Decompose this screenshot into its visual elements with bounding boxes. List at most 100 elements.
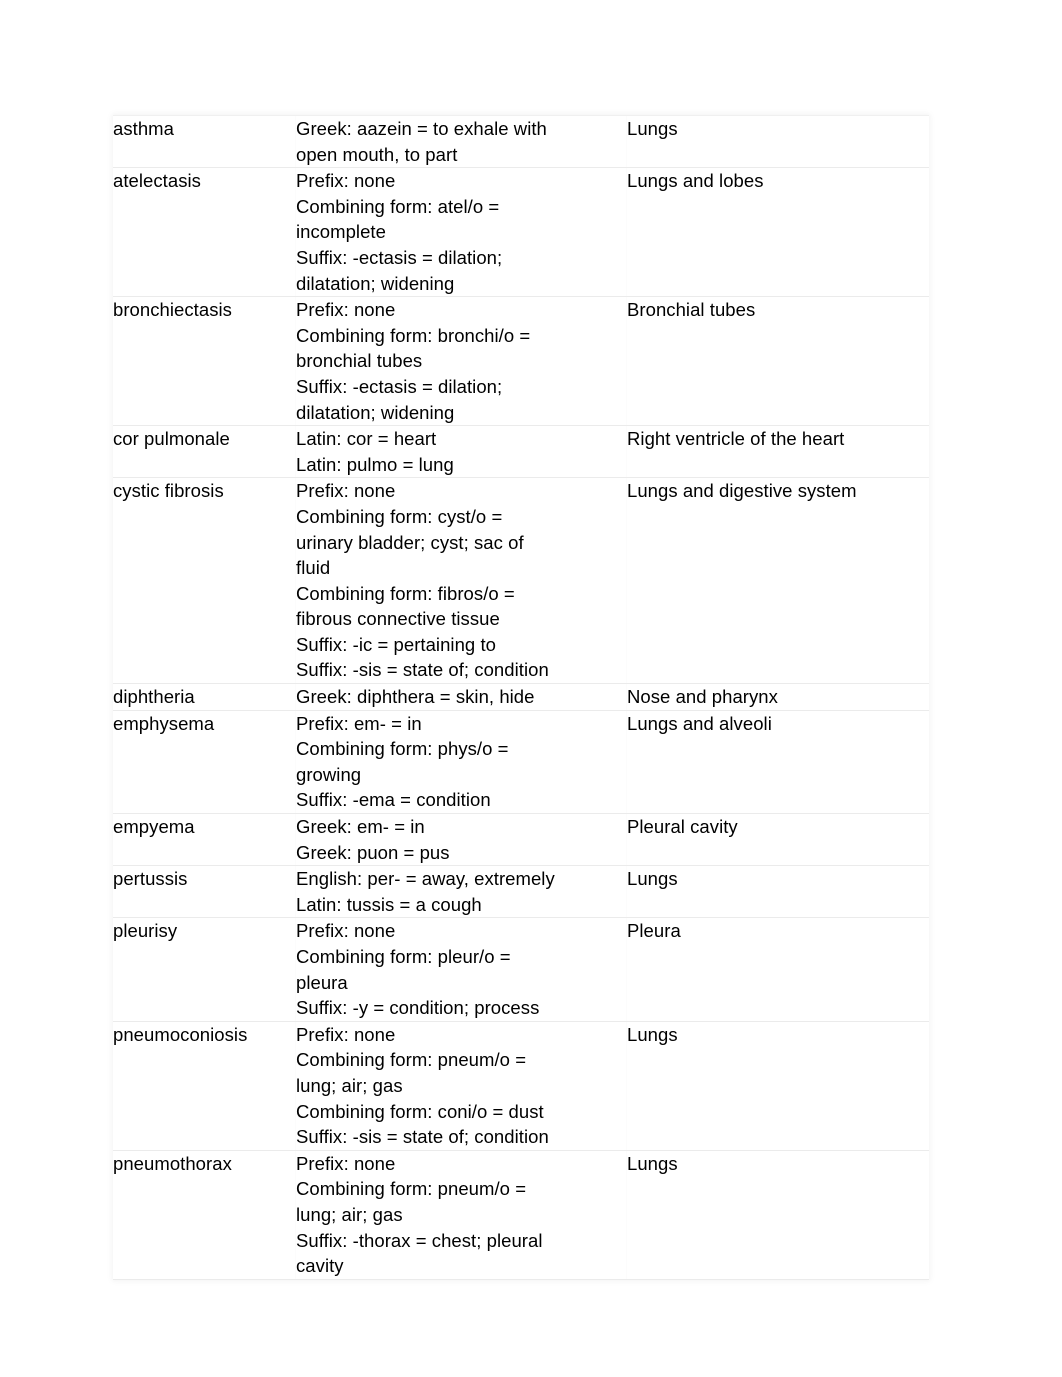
word-origin-cell-line: Suffix: -ectasis = dilation; [296,246,503,268]
word-origin-cell-line: Latin: cor = heart [296,428,437,450]
terminology-table-container: asthma Greek: aazein = to exhale with open… [113,114,929,1280]
word-origin-cell-line: Suffix: -thorax = chest; pleural [296,1229,543,1251]
table-row: diphtheria Greek: diphthera = skin, hide N… [113,683,929,711]
body-part-cell: Nose and pharynx [627,683,929,711]
body-part-cell: Bronchial tubes [627,296,929,427]
term-cell-line: cor pulmonale [113,428,230,450]
table-row: cor pulmonale Latin: cor = heart Latin: pu… [113,425,929,479]
term-cell-line: diphtheria [113,686,195,708]
term-cell: asthma [113,114,296,169]
document-page: asthma Greek: aazein = to exhale with open… [0,0,1062,1377]
word-origin-cell-line: English: per- = away, extremely [296,868,555,890]
term-cell: pleurisy [113,917,296,1022]
term-cell: pneumoconiosis [113,1020,296,1151]
word-origin-cell-line: Combining form: coni/o = dust [296,1100,544,1122]
word-origin-cell-line: Greek: aazein = to exhale with [296,118,547,139]
table-row: cystic fibrosis Prefix: none Combining for… [113,477,929,685]
term-cell-line: pleurisy [113,920,178,942]
word-origin-cell-line: Prefix: none [296,299,396,321]
term-cell-line: pneumothorax [113,1152,232,1174]
word-origin-cell: Prefix: none Combining form: pneum/o = lun… [296,1020,627,1151]
word-origin-cell-line: Prefix: none [296,1023,396,1045]
term-cell: pertussis [113,865,296,919]
word-origin-cell-line: cavity [296,1255,344,1277]
term-cell-line: cystic fibrosis [113,480,224,502]
body-part-cell-line: Pleural cavity [627,816,738,838]
word-origin-cell-line: Suffix: -sis = state of; condition [296,659,549,681]
medical-terminology-table: asthma Greek: aazein = to exhale with open… [113,114,929,1280]
word-origin-cell-line: Suffix: -sis = state of; condition [296,1126,549,1148]
table-row: empyema Greek: em- = in Greek: puon = pus P… [113,813,929,867]
word-origin-cell-line: Prefix: none [296,170,396,192]
body-part-cell: Lungs and alveoli [627,709,929,815]
body-part-cell-line: Right ventricle of the heart [627,428,845,450]
term-cell: cor pulmonale [113,425,296,479]
term-cell-line: emphysema [113,712,215,734]
term-cell: atelectasis [113,167,296,298]
body-part-cell: Lungs and lobes [627,167,929,298]
term-cell: empyema [113,813,296,867]
body-part-cell: Pleura [627,917,929,1022]
word-origin-cell-line: Suffix: -y = condition; process [296,997,540,1019]
word-origin-cell-line: Combining form: cyst/o = [296,505,503,527]
word-origin-cell: Prefix: none Combining form: cyst/o = urin… [296,477,627,685]
word-origin-cell: Greek: em- = in Greek: puon = pus [296,813,627,867]
body-part-cell: Right ventricle of the heart [627,425,929,479]
term-cell-line: asthma [113,118,174,139]
word-origin-cell-line: Prefix: none [296,480,396,502]
word-origin-cell: English: per- = away, extremely Latin: tu… [296,865,627,919]
word-origin-cell-line: Prefix: none [296,1152,396,1174]
body-part-cell-line: Lungs and digestive system [627,480,857,502]
body-part-cell-line: Nose and pharynx [627,686,778,708]
word-origin-cell-line: open mouth, to part [296,143,458,165]
table-row: pleurisy Prefix: none Combining form: pleu… [113,917,929,1022]
body-part-cell: Lungs and digestive system [627,477,929,685]
table-body: asthma Greek: aazein = to exhale with open… [113,114,929,1280]
word-origin-cell-line: dilatation; widening [296,272,455,294]
word-origin-cell: Latin: cor = heart Latin: pulmo = lung [296,425,627,479]
word-origin-cell: Prefix: none Combining form: pleur/o = ple… [296,917,627,1022]
word-origin-cell-line: Suffix: -ema = condition [296,789,491,811]
word-origin-cell-line: bronchial tubes [296,350,423,372]
table-row: bronchiectasis Prefix: none Combining form… [113,296,929,427]
word-origin-cell-line: Suffix: -ectasis = dilation; [296,375,503,397]
table-row: pneumoconiosis Prefix: none Combining form… [113,1020,929,1151]
word-origin-cell-line: Greek: em- = in [296,816,425,838]
word-origin-cell-line: Combining form: pleur/o = [296,946,511,967]
body-part-cell-line: Lungs [627,118,678,139]
word-origin-cell: Prefix: none Combining form: atel/o = inco… [296,167,627,298]
term-cell-line: pneumoconiosis [113,1023,248,1045]
word-origin-cell-line: fibrous connective tissue [296,608,500,630]
body-part-cell-line: Lungs and lobes [627,170,764,192]
table-row: asthma Greek: aazein = to exhale with open… [113,114,929,169]
word-origin-cell: Greek: diphthera = skin, hide [296,683,627,711]
word-origin-cell-line: urinary bladder; cyst; sac of [296,531,524,553]
term-cell: emphysema [113,709,296,815]
word-origin-cell: Prefix: none Combining form: pneum/o = lun… [296,1149,627,1280]
body-part-cell: Pleural cavity [627,813,929,867]
word-origin-cell-line: pleura [296,971,348,993]
body-part-cell: Lungs [627,865,929,919]
word-origin-cell-line: Latin: pulmo = lung [296,453,454,475]
word-origin-cell-line: Combining form: atel/o = [296,195,500,217]
body-part-cell-line: Pleura [627,920,681,942]
word-origin-cell-line: Combining form: pneum/o = [296,1049,527,1071]
word-origin-cell-line: Prefix: none [296,920,396,942]
word-origin-cell-line: Combining form: phys/o = [296,738,509,760]
term-cell: diphtheria [113,683,296,711]
word-origin-cell-line: dilatation; widening [296,401,455,423]
body-part-cell: Lungs [627,1020,929,1151]
table-row: pneumothorax Prefix: none Combining form: … [113,1149,929,1280]
table-row: atelectasis Prefix: none Combining form: a… [113,167,929,298]
term-cell: bronchiectasis [113,296,296,427]
word-origin-cell-line: Combining form: bronchi/o = [296,324,531,346]
term-cell-line: atelectasis [113,170,201,192]
word-origin-cell-line: Greek: puon = pus [296,841,450,863]
term-cell: pneumothorax [113,1149,296,1280]
word-origin-cell-line: growing [296,763,362,785]
word-origin-cell-line: fluid [296,557,331,579]
word-origin-cell: Prefix: em- = in Combining form: phys/o =… [296,709,627,815]
word-origin-cell-line: Combining form: pneum/o = [296,1178,527,1200]
body-part-cell-line: Lungs and alveoli [627,712,772,734]
term-cell-line: bronchiectasis [113,299,232,321]
